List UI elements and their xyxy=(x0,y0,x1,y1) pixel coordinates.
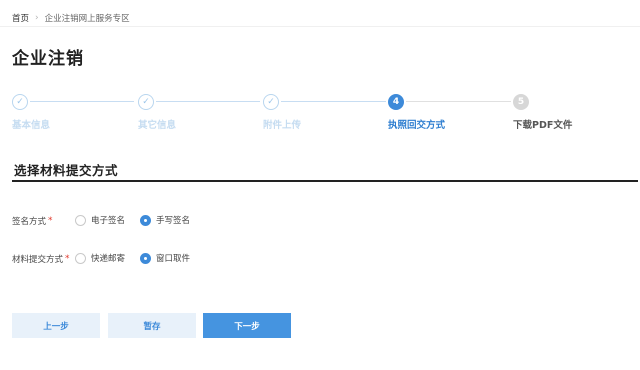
radio-unchecked-icon[interactable] xyxy=(75,214,86,226)
next-step-button[interactable]: 下一步 xyxy=(203,313,291,338)
submit-method-row: 材料提交方式 * 快递邮寄 窗口取件 xyxy=(12,251,312,267)
radio-window-pickup-label: 窗口取件 xyxy=(156,254,191,264)
required-asterisk: * xyxy=(48,216,53,226)
prev-step-button[interactable]: 上一步 xyxy=(12,313,100,338)
step-4-number: 4 xyxy=(388,94,404,110)
radio-unchecked-icon[interactable] xyxy=(75,252,86,264)
sign-method-label-text: 签名方式 xyxy=(12,217,47,227)
step-connector-1 xyxy=(30,101,134,102)
radio-handwritten-signature[interactable]: 手写签名 xyxy=(140,214,190,226)
breadcrumb-current: 企业注销网上服务专区 xyxy=(44,14,130,24)
step-3-check-icon: ✓ xyxy=(263,94,279,110)
step-5-label: 下载PDF文件 xyxy=(513,120,573,131)
radio-express-mail[interactable]: 快递邮寄 xyxy=(75,252,125,264)
step-connector-3 xyxy=(281,101,386,102)
save-draft-button[interactable]: 暂存 xyxy=(108,313,196,338)
submit-method-label-text: 材料提交方式 xyxy=(12,255,64,265)
required-asterisk: * xyxy=(65,254,70,264)
step-1-check-icon: ✓ xyxy=(12,94,28,110)
step-connector-2 xyxy=(156,101,260,102)
radio-window-pickup[interactable]: 窗口取件 xyxy=(140,252,190,264)
breadcrumb: 首页 › 企业注销网上服务专区 xyxy=(12,12,130,24)
sign-method-row: 签名方式 * 电子签名 手写签名 xyxy=(12,213,312,229)
section-divider xyxy=(12,180,638,182)
submit-method-label: 材料提交方式 * xyxy=(12,253,70,265)
radio-checked-icon[interactable] xyxy=(140,252,151,264)
header-divider xyxy=(0,26,640,27)
step-3-label: 附件上传 xyxy=(263,120,302,131)
breadcrumb-home-link[interactable]: 首页 xyxy=(12,12,29,24)
radio-electronic-signature-label: 电子签名 xyxy=(91,216,126,226)
step-connector-4 xyxy=(406,101,511,102)
section-title: 选择材料提交方式 xyxy=(14,163,119,178)
radio-handwritten-signature-label: 手写签名 xyxy=(156,216,191,226)
step-2-label: 其它信息 xyxy=(138,120,177,131)
progress-stepper: ✓ 基本信息 ✓ 其它信息 ✓ 附件上传 4 执照回交方式 5 下载PDF文件 xyxy=(0,93,640,133)
radio-express-mail-label: 快递邮寄 xyxy=(91,254,126,264)
page-title: 企业注销 xyxy=(12,49,84,69)
sign-method-label: 签名方式 * xyxy=(12,215,53,227)
step-4-label: 执照回交方式 xyxy=(388,120,446,131)
step-1-label: 基本信息 xyxy=(12,120,51,131)
step-5-number: 5 xyxy=(513,94,529,110)
breadcrumb-separator-icon: › xyxy=(35,13,39,23)
radio-electronic-signature[interactable]: 电子签名 xyxy=(75,214,125,226)
radio-checked-icon[interactable] xyxy=(140,214,151,226)
step-2-check-icon: ✓ xyxy=(138,94,154,110)
